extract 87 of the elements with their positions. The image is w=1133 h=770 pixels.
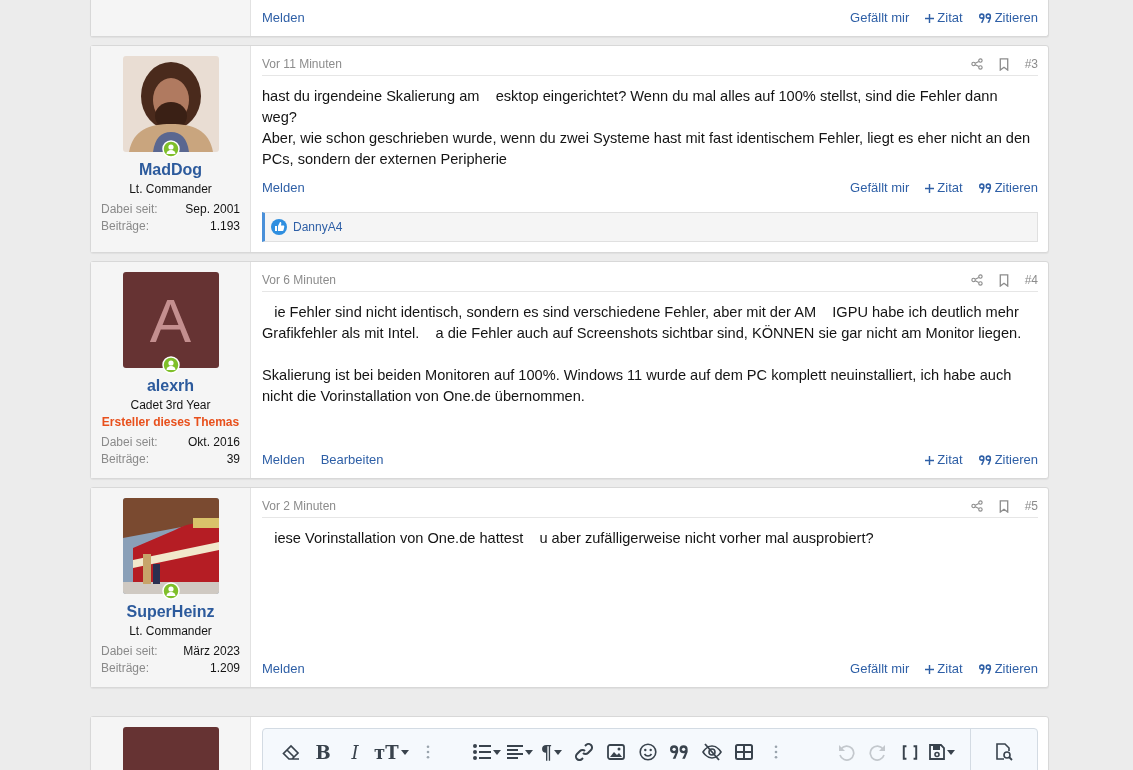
quote-link[interactable]: Zitieren — [978, 452, 1038, 468]
multiquote-link[interactable]: Zitat — [925, 661, 963, 677]
more-icon — [425, 745, 430, 759]
stat-label: Beiträge: — [101, 218, 150, 235]
user-title: Lt. Commander — [129, 182, 212, 196]
post-number[interactable]: #3 — [1024, 57, 1038, 71]
stat-value: 1.193 — [209, 218, 240, 235]
table-icon — [734, 744, 753, 760]
multiquote-link[interactable]: Zitat — [925, 180, 963, 196]
action-link[interactable]: Melden — [262, 661, 305, 677]
toolbar-button[interactable]: ¶ — [535, 736, 568, 768]
more-icon — [773, 745, 778, 759]
quote-icon — [978, 13, 992, 23]
redo-icon — [868, 743, 887, 761]
post-text: Skalierung ist bei beiden Monitoren auf 100%. Windows 11 wurde auf dem PC komplett neuinstalliert, ich habe auch nicht die Vorinstallation von One.de übernommen. — [262, 366, 1013, 406]
quote-link[interactable]: Zitieren — [978, 10, 1038, 26]
share-icon[interactable] — [970, 500, 983, 512]
post-text: iese Vorinstallation von One.de hattest u aber zufälligerweise nicht vorher mal ausprobiert? — [273, 529, 875, 548]
reaction-user-link[interactable]: DannyA4 — [293, 220, 343, 234]
plus-icon — [925, 664, 935, 674]
stat-value: März 2023 — [183, 643, 240, 660]
multiquote-link[interactable]: Zitat — [925, 452, 963, 468]
caret-icon — [524, 749, 533, 755]
caret-icon — [492, 749, 501, 755]
stat-value: Okt. 2016 — [187, 434, 240, 451]
username-link[interactable]: alexrh — [146, 377, 195, 395]
document-search-icon — [995, 743, 1013, 761]
quote-link[interactable]: Zitieren — [978, 180, 1038, 196]
bookmark-icon[interactable] — [998, 57, 1009, 71]
image-icon — [606, 744, 625, 760]
post-time[interactable]: Vor 2 Minuten — [262, 499, 337, 513]
post-time[interactable]: Vor 6 Minuten — [262, 273, 337, 287]
user-title: Lt. Commander — [129, 624, 212, 638]
link-icon — [574, 743, 593, 761]
post-number[interactable]: #4 — [1024, 273, 1038, 287]
stat-label: Dabei seit: — [101, 643, 158, 660]
action-link[interactable]: Melden — [262, 180, 305, 196]
action-link[interactable]: Bearbeiten — [320, 452, 384, 468]
stat-value: 39 — [226, 451, 240, 468]
eraser-icon — [282, 744, 300, 760]
align-left-icon — [506, 744, 523, 760]
thumbs-up-icon — [271, 219, 287, 235]
like-link[interactable]: Gefällt mir — [850, 10, 910, 26]
bookmark-icon[interactable] — [998, 273, 1009, 287]
bookmark-icon[interactable] — [998, 499, 1009, 513]
action-link[interactable]: Melden — [262, 10, 305, 26]
plus-icon — [925, 455, 935, 465]
letter-avatar[interactable]: A — [122, 272, 219, 368]
toolbar-button[interactable]: B — [307, 736, 339, 768]
quote-icon — [670, 745, 690, 759]
quote-link[interactable]: Zitieren — [978, 661, 1038, 677]
like-link[interactable]: Gefällt mir — [850, 180, 910, 196]
undo-icon — [836, 743, 855, 761]
toolbar-button[interactable]: ᴛT — [371, 736, 412, 768]
plus-icon — [925, 13, 935, 23]
share-icon[interactable] — [970, 58, 983, 70]
username-link[interactable]: MadDog — [138, 161, 203, 179]
like-link[interactable]: Gefällt mir — [850, 661, 910, 677]
stat-value: Sep. 2001 — [185, 201, 240, 218]
toolbar-button[interactable]: I — [339, 736, 371, 768]
username-link[interactable]: SuperHeinz — [126, 603, 215, 621]
post-text: ie Fehler sind nicht identisch, sondern es sind verschiedene Fehler, aber mit der AM IGPU habe ich deutlich mehr Grafikfehler als mit Intel. a die Fehler auch auf Screenshots sichtbar sind, KÖNNEN sie gar nicht am Monitor liegen. — [262, 303, 1023, 343]
multiquote-link[interactable]: Zitat — [925, 10, 963, 26]
post-number[interactable]: #5 — [1024, 499, 1038, 513]
plus-icon — [925, 183, 935, 193]
user-title: Cadet 3rd Year — [130, 398, 211, 412]
caret-icon — [946, 749, 955, 755]
caret-icon — [554, 749, 563, 755]
stat-label: Dabei seit: — [101, 434, 158, 451]
stat-label: Dabei seit: — [101, 201, 158, 218]
list-icon — [472, 744, 491, 760]
action-link[interactable]: Melden — [262, 452, 305, 468]
stat-label: Beiträge: — [101, 660, 150, 677]
quote-icon — [978, 183, 992, 193]
post-time[interactable]: Vor 11 Minuten — [262, 57, 342, 71]
smiley-icon — [638, 743, 657, 761]
quote-icon — [978, 455, 992, 465]
caret-icon — [400, 749, 409, 755]
share-icon[interactable] — [970, 274, 983, 286]
post-text: hast du irgendeine Skalierung am esktop eingerichtet? Wenn du mal alles auf 100% stellst, sind die Fehler dann weg? — [262, 87, 999, 127]
stat-label: Beiträge: — [101, 451, 150, 468]
brackets-icon — [901, 744, 918, 760]
thread-starter-label: Ersteller dieses Themas — [101, 415, 240, 429]
post-text: Aber, wie schon geschrieben wurde, wenn du zwei Systeme hast mit fast identischem Fehler, liegt es eher nicht an den PCs, sondern der externen Peripherie — [262, 129, 1032, 169]
stat-value: 1.209 — [209, 660, 240, 677]
quote-icon — [978, 664, 992, 674]
eye-slash-icon — [701, 743, 722, 761]
